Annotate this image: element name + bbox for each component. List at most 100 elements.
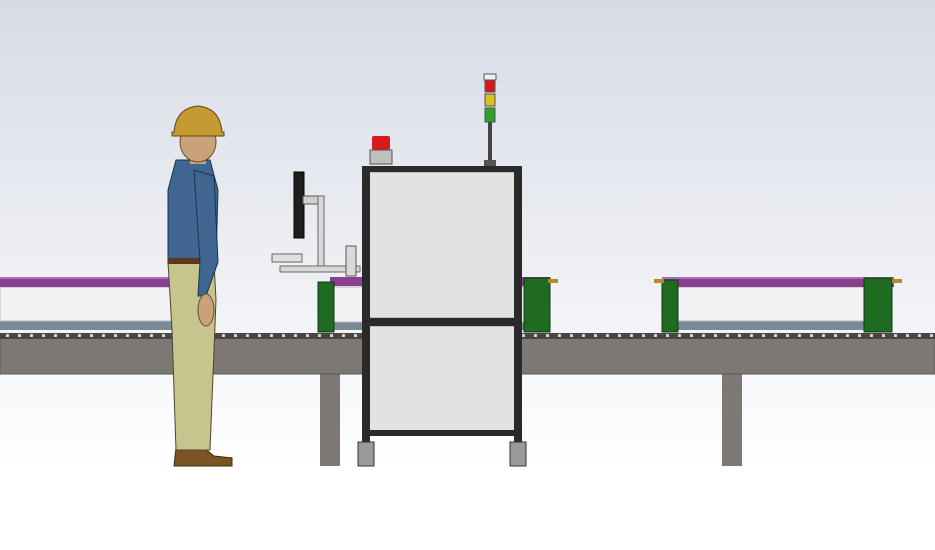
bracket-right-mid: [523, 277, 551, 333]
bracket-left-mid: [317, 281, 335, 333]
conveyor-roller: [114, 334, 117, 337]
worker-hand: [197, 293, 215, 327]
conveyor-roller: [702, 334, 705, 337]
conveyor-roller: [294, 334, 297, 337]
rail-top-hl-left: [0, 277, 175, 279]
beacon-light: [369, 136, 393, 165]
conveyor-roller: [666, 334, 669, 337]
cabinet-post-left: [362, 166, 370, 442]
arm-vertical: [317, 195, 325, 271]
cabinet-foot-left: [357, 441, 375, 467]
rail-pin-mid: [548, 279, 558, 283]
conveyor-roller: [630, 334, 633, 337]
conveyor-leg-left: [320, 372, 340, 466]
bracket-left-right: [661, 279, 679, 333]
conveyor-roller: [798, 334, 801, 337]
conveyor-roller: [18, 334, 21, 337]
conveyor-roller: [690, 334, 693, 337]
scene-canvas: [0, 0, 935, 550]
tower-segment-red: [484, 79, 496, 93]
conveyor-roller: [642, 334, 645, 337]
conveyor-inspection-scene: [0, 0, 935, 550]
conveyor-roller: [606, 334, 609, 337]
conveyor-leg-right: [722, 372, 742, 466]
conveyor-roller: [66, 334, 69, 337]
conveyor-roller: [90, 334, 93, 337]
conveyor-roller: [126, 334, 129, 337]
cabinet-lower-panel: [367, 325, 517, 433]
conveyor-roller: [714, 334, 717, 337]
keyboard-tray: [271, 253, 303, 263]
conveyor-roller: [30, 334, 33, 337]
conveyor-roller: [822, 334, 825, 337]
conveyor-roller: [354, 334, 357, 337]
conveyor-roller: [678, 334, 681, 337]
tower-segment-green: [484, 107, 496, 123]
conveyor-roller: [750, 334, 753, 337]
guide-rail-right: [654, 277, 902, 333]
conveyor-roller: [870, 334, 873, 337]
conveyor-roller: [138, 334, 141, 337]
arm-bracket: [345, 245, 357, 277]
rail-glass-left: [0, 286, 176, 322]
rail-glass-right: [675, 286, 867, 322]
conveyor-roller: [570, 334, 573, 337]
conveyor-roller: [594, 334, 597, 337]
tower-base: [484, 160, 496, 166]
beacon-base: [369, 149, 393, 165]
conveyor-roller: [318, 334, 321, 337]
conveyor-roller: [258, 334, 261, 337]
rail-top-hl-right: [662, 277, 894, 279]
conveyor-roller: [246, 334, 249, 337]
inspection-cabinet: [357, 166, 527, 467]
conveyor-roller: [834, 334, 837, 337]
conveyor-roller: [282, 334, 285, 337]
conveyor-roller: [270, 334, 273, 337]
conveyor-roller: [774, 334, 777, 337]
conveyor-roller: [546, 334, 549, 337]
conveyor-roller: [78, 334, 81, 337]
conveyor-roller: [6, 334, 9, 337]
tower-segment-yellow: [484, 93, 496, 107]
conveyor-roller: [786, 334, 789, 337]
conveyor-roller: [342, 334, 345, 337]
guide-rail-left: [0, 277, 176, 330]
conveyor-roller: [582, 334, 585, 337]
conveyor-roller: [234, 334, 237, 337]
cabinet-top-frame: [362, 166, 522, 172]
tower-pole: [488, 120, 492, 164]
conveyor-roller: [306, 334, 309, 337]
rail-pin-right-b: [892, 279, 902, 283]
conveyor-roller: [906, 334, 909, 337]
conveyor-roller: [534, 334, 537, 337]
cabinet-foot-right: [509, 441, 527, 467]
bracket-right-right: [863, 277, 893, 333]
conveyor-roller: [858, 334, 861, 337]
conveyor-roller: [738, 334, 741, 337]
conveyor-roller: [810, 334, 813, 337]
tower-cap: [483, 73, 497, 81]
conveyor-roller: [150, 334, 153, 337]
conveyor-roller: [726, 334, 729, 337]
conveyor-roller: [654, 334, 657, 337]
conveyor-roller: [618, 334, 621, 337]
conveyor-roller: [930, 334, 933, 337]
worker-legs: [167, 261, 217, 451]
conveyor-roller: [558, 334, 561, 337]
monitor-screen: [293, 171, 305, 239]
conveyor-roller: [918, 334, 921, 337]
conveyor-roller: [54, 334, 57, 337]
conveyor-roller: [42, 334, 45, 337]
conveyor-roller: [894, 334, 897, 337]
conveyor-roller: [846, 334, 849, 337]
conveyor-roller: [162, 334, 165, 337]
cabinet-post-right: [514, 166, 522, 442]
cabinet-mid-frame: [362, 318, 522, 326]
conveyor-roller: [882, 334, 885, 337]
conveyor-roller: [522, 334, 525, 337]
conveyor-roller: [222, 334, 225, 337]
beacon-red-lens: [372, 136, 390, 150]
conveyor-roller: [102, 334, 105, 337]
cabinet-upper-panel: [367, 171, 517, 319]
cabinet-bottom-frame: [362, 430, 522, 436]
